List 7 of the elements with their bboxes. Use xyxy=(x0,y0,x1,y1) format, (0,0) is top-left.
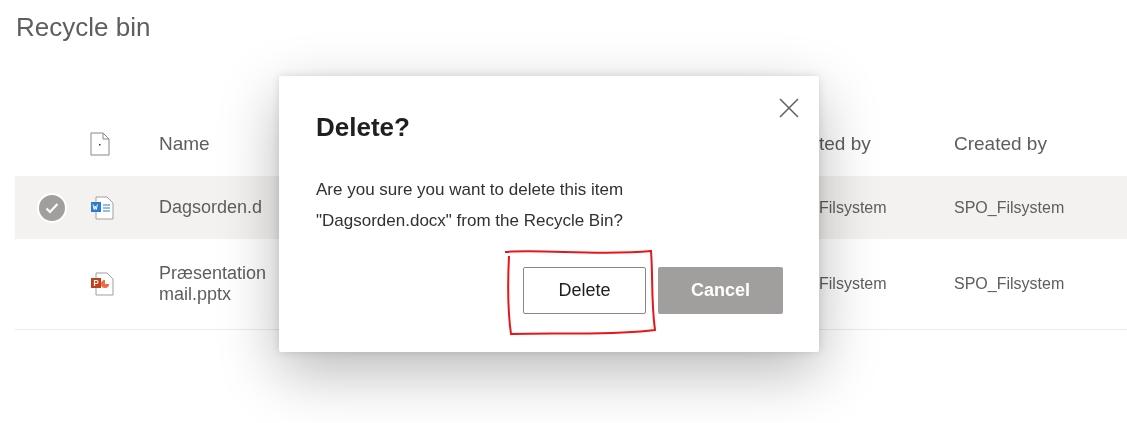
table-cell: Filsystem xyxy=(819,275,887,293)
page-title: Recycle bin xyxy=(15,11,152,44)
dialog-message: Are you sure you want to delete this item "Dagsorden.docx" from the Recycle Bin? xyxy=(316,179,625,232)
table-cell: SPO_Filsystem xyxy=(954,198,1065,217)
table-cell: SPO_Filsystem xyxy=(954,275,1065,293)
table-cell: Filsystem xyxy=(819,198,887,217)
dialog-title: Delete? xyxy=(316,112,411,143)
